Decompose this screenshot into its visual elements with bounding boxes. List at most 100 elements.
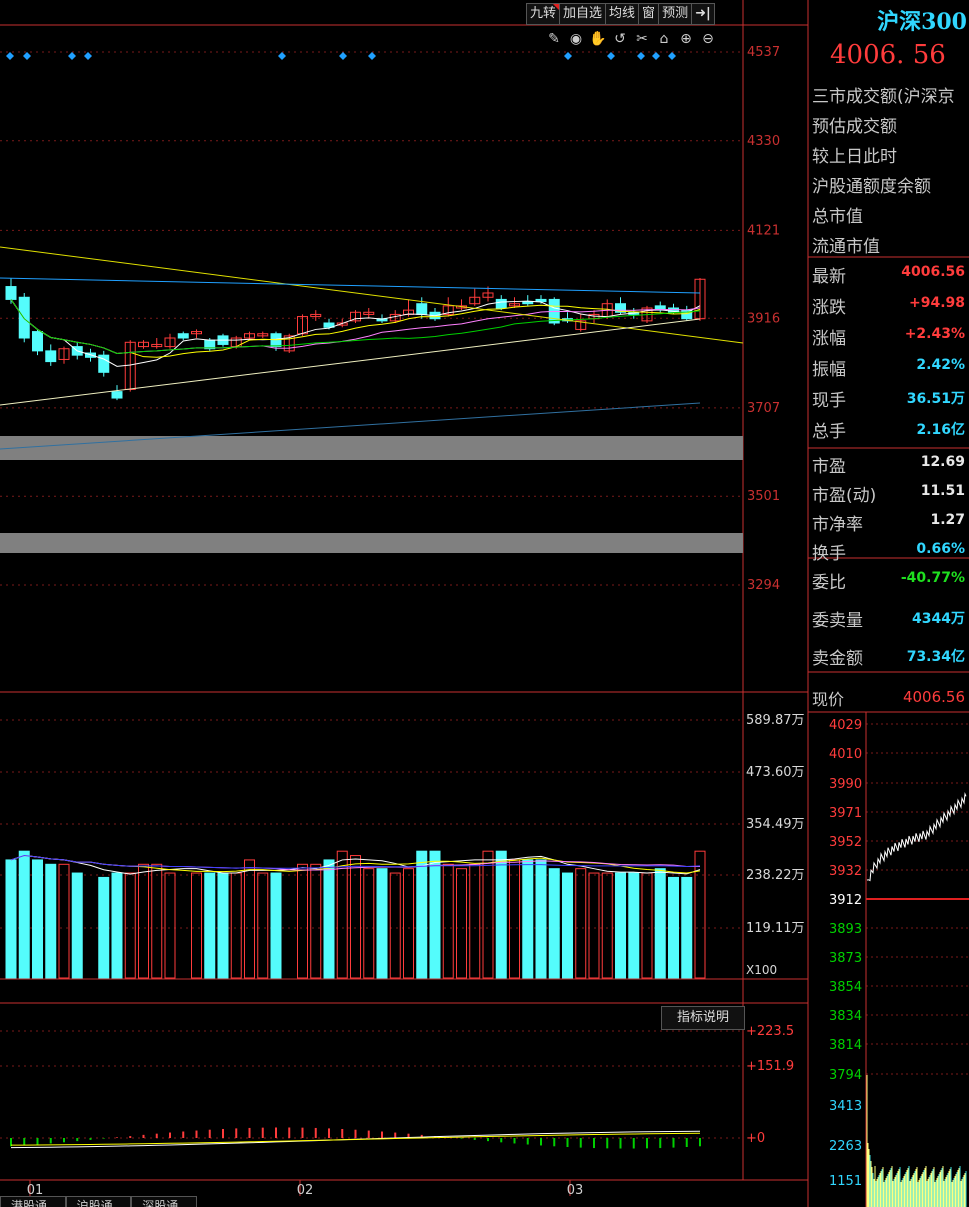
order-row: 卖金额 73.34亿 <box>812 642 969 670</box>
volume-bar <box>588 872 600 979</box>
candle-body <box>18 296 30 339</box>
volume-ma20-line <box>10 855 700 871</box>
index-title: 沪深300 <box>812 4 969 36</box>
macd-tick-label: +223.5 <box>746 1024 794 1039</box>
volume-bar <box>58 863 70 979</box>
volume-bar <box>575 868 587 979</box>
moving-average-button[interactable]: 均线 <box>606 3 640 25</box>
volume-bar <box>230 872 242 979</box>
bottom-tabs: 港股通.. 沪股通.. 深股通.. <box>0 1196 197 1207</box>
ma20-line <box>10 299 701 355</box>
candle-body <box>5 286 17 300</box>
intraday-price-line <box>866 792 967 882</box>
volume-bar <box>5 859 17 979</box>
volume-bar <box>442 863 454 979</box>
intraday-tick-label: 3814 <box>829 1038 862 1053</box>
volume-bar <box>416 850 428 979</box>
valuation-row: 市盈(动) 11.51 <box>812 479 969 507</box>
volume-bar <box>509 859 520 979</box>
intraday-volume-tick-label: 1151 <box>829 1174 862 1189</box>
tab-hk-connect[interactable]: 港股通.. <box>0 1196 66 1207</box>
intraday-tick-label: 3912 <box>829 893 862 908</box>
order-row: 委比 -40.77% <box>812 566 969 594</box>
quote-row: 最新 4006.56 <box>812 260 969 288</box>
zoom-in-icon[interactable]: ⊕ <box>677 30 695 48</box>
scissors-icon[interactable]: ✂ <box>633 30 651 48</box>
pen-icon[interactable]: ✎ <box>545 30 563 48</box>
quote-label: 涨幅 <box>812 329 846 349</box>
valuation-label: 市净率 <box>812 515 863 535</box>
quote-row: 涨幅 +2.43% <box>812 322 969 350</box>
market-info-row: 流通市值 <box>812 230 969 258</box>
market-info-row: 预估成交额 <box>812 110 969 138</box>
intraday-volume-tick-label: 3413 <box>829 1099 862 1114</box>
lock-icon[interactable]: ⌂ <box>655 30 673 48</box>
tab-sh-connect[interactable]: 沪股通.. <box>65 1196 132 1207</box>
tab-sz-connect[interactable]: 深股通.. <box>131 1196 197 1207</box>
macd-tick-label: +151.9 <box>746 1059 794 1074</box>
order-label: 委比 <box>812 573 846 593</box>
intraday-tick-label: 4029 <box>829 718 862 733</box>
order-value: 73.34亿 <box>906 649 965 665</box>
volume-bar <box>429 850 441 979</box>
volume-bar <box>164 872 176 979</box>
quote-value: 36.51万 <box>906 391 965 407</box>
undo-icon[interactable]: ↺ <box>611 30 629 48</box>
chart-toolbar: 九转 加自选 均线 窗 预测 ➜| <box>526 3 715 25</box>
quote-value: 2.16亿 <box>916 422 965 438</box>
intraday-tick-label: 3873 <box>829 951 862 966</box>
volume-bar <box>297 863 308 979</box>
indicator-description-button[interactable]: 指标说明 <box>661 1006 745 1030</box>
market-info-label: 预估成交额 <box>812 117 897 137</box>
quote-label: 现手 <box>812 391 846 411</box>
signal-diamond-icon <box>652 52 660 60</box>
signal-diamond-icon <box>368 52 376 60</box>
intraday-tick-label: 3932 <box>829 864 862 879</box>
quote-value: 2.42% <box>916 357 965 373</box>
volume-bar <box>654 868 666 979</box>
volume-bar <box>138 863 149 979</box>
market-info-row: 总市值 <box>812 200 969 228</box>
valuation-label: 市盈(动) <box>812 486 877 506</box>
signal-diamond-icon <box>23 52 31 60</box>
valuation-value: 0.66% <box>916 541 965 557</box>
eye-icon[interactable]: ◉ <box>567 30 585 48</box>
volume-bar <box>191 872 202 979</box>
order-value: 4344万 <box>912 611 965 627</box>
order-value: -40.77% <box>900 570 965 586</box>
candle-body <box>111 391 123 399</box>
volume-bar <box>111 872 123 979</box>
volume-bar <box>217 872 229 979</box>
intraday-tick-label: 3893 <box>829 922 862 937</box>
volume-bar <box>389 872 401 979</box>
quote-label: 振幅 <box>812 360 846 380</box>
quote-label: 最新 <box>812 267 846 287</box>
intraday-volume-tick-label: 2263 <box>829 1139 862 1154</box>
quote-label: 总手 <box>812 422 846 442</box>
order-label: 委卖量 <box>812 611 863 631</box>
volume-bar <box>495 850 507 979</box>
volume-bar <box>204 872 216 979</box>
nine-turn-button[interactable]: 九转 <box>526 3 561 25</box>
price-tick-label: 4330 <box>747 134 780 149</box>
index-price: 4006. 56 <box>830 40 946 70</box>
intraday-tick-label: 3834 <box>829 1009 862 1024</box>
volume-ma10-line <box>10 855 701 874</box>
month-label: 02 <box>297 1183 314 1198</box>
zoom-out-icon[interactable]: ⊖ <box>699 30 717 48</box>
market-info-row: 较上日此时 <box>812 140 969 168</box>
volume-bar <box>403 868 414 979</box>
volume-tick-label: 473.60万 <box>746 765 805 780</box>
forecast-button[interactable]: 预测 <box>659 3 693 25</box>
collapse-panel-button[interactable]: ➜| <box>692 3 715 25</box>
market-info-label: 较上日此时 <box>812 147 897 167</box>
volume-ma40-line <box>10 855 701 869</box>
quote-value: +2.43% <box>904 326 965 342</box>
volume-bar <box>562 872 573 979</box>
add-favorite-button[interactable]: 加自选 <box>560 3 607 25</box>
price-gap-band <box>0 533 743 553</box>
price-tick-label: 4121 <box>747 223 780 238</box>
valuation-label: 市盈 <box>812 457 846 477</box>
window-button[interactable]: 窗 <box>639 3 660 25</box>
hand-icon[interactable]: ✋ <box>589 30 607 48</box>
